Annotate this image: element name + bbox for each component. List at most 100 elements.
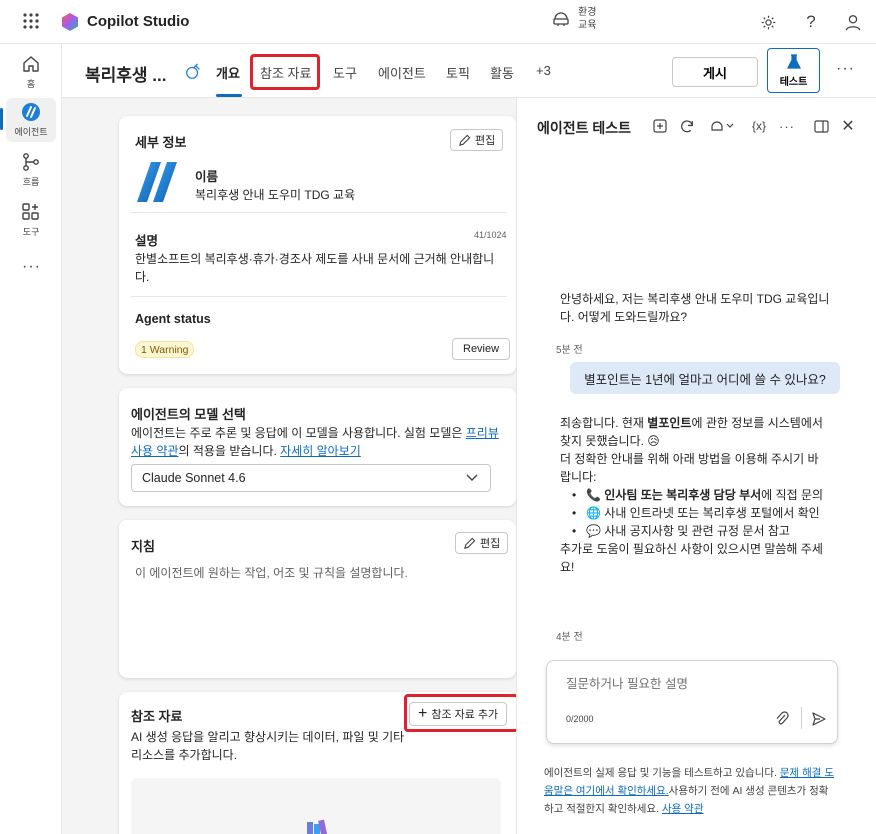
details-edit-button[interactable]: 편집 [450, 129, 504, 151]
tab-overview[interactable]: 개요 [216, 63, 240, 82]
chat-input-box[interactable]: 질문하거나 필요한 설명 0/2000 [546, 660, 838, 744]
instructions-card: 지침 편집 이 에이전트에 원하는 작업, 어조 및 규칙을 설명합니다. [119, 520, 516, 678]
model-desc-text: 에이전트는 주로 추론 및 응답에 이 모델을 사용합니다. 실험 모델은 [131, 426, 466, 440]
disclaimer-text: 에이전트의 실제 응답 및 기능을 테스트하고 있습니다. [544, 767, 780, 779]
learn-more-link[interactable]: 자세히 알아보기 [280, 444, 361, 458]
copilot-studio-logo-icon [62, 13, 78, 31]
model-selected-value: Claude Sonnet 4.6 [142, 471, 246, 485]
publish-button[interactable]: 게시 [672, 57, 758, 87]
option-text: 사내 공지사항 및 관련 규정 문서 참고 [604, 524, 790, 538]
agent-settings-icon[interactable] [184, 63, 202, 81]
review-button[interactable]: Review [452, 338, 511, 360]
environment-icon [553, 12, 569, 26]
agent-icon [22, 103, 40, 121]
divider [131, 212, 507, 213]
environment-name: 교육 [578, 20, 597, 31]
dock-panel-icon[interactable] [813, 118, 829, 134]
divider [801, 707, 802, 729]
tab-activity[interactable]: 활동 [490, 63, 514, 82]
model-title: 에이전트의 모델 선택 [131, 407, 246, 422]
model-description: 에이전트는 주로 추론 및 응답에 이 모델을 사용합니다. 실험 모델은 프리… [131, 424, 509, 460]
edit-label: 편집 [475, 135, 496, 147]
app-launcher-icon[interactable] [22, 12, 40, 30]
bot-greeting: 안녕하세요, 저는 복리후생 안내 도우미 TDG 교육입니다. 어떻게 도와드… [560, 292, 830, 324]
new-chat-icon[interactable] [652, 118, 668, 134]
rail-item-label: 흐름 [22, 177, 40, 187]
active-tab-indicator [216, 94, 242, 97]
send-icon[interactable] [811, 711, 827, 727]
agent-header: 복리후생 ... 개요 참조 자료 도구 에이전트 토픽 활동 +3 게시 테스… [62, 44, 876, 98]
rail-item-tools[interactable]: 도구 [6, 198, 56, 242]
description-counter: 41/1024 [474, 230, 507, 240]
knowledge-description: AI 생성 응답을 알리고 향상시키는 데이터, 파일 및 기타 리소스를 추가… [131, 730, 405, 762]
rail-item-home[interactable]: 홈 [6, 50, 56, 94]
edit-label: 편집 [480, 538, 501, 550]
instructions-placeholder[interactable]: 이 에이전트에 원하는 작업, 어조 및 규칙을 설명합니다. [135, 564, 408, 582]
tab-tools[interactable]: 도구 [333, 63, 357, 82]
list-item: 📞 인사팀 또는 복리후생 담당 부서에 직접 문의 [560, 486, 828, 504]
name-label: 이름 [195, 170, 219, 184]
divider [131, 296, 507, 297]
instructions-edit-button[interactable]: 편집 [455, 532, 509, 554]
rail-item-flows[interactable]: 흐름 [6, 148, 56, 192]
agent-status-label: Agent status [135, 312, 211, 326]
rail-item-label: 에이전트 [14, 127, 48, 137]
option-text: 사내 인트라넷 또는 복리후생 포털에서 확인 [604, 506, 820, 520]
reply-text: 죄송합니다. 현재 [560, 416, 648, 430]
top-bar: Copilot Studio 환경 교육 ? [0, 0, 876, 44]
test-disclaimer: 에이전트의 실제 응답 및 기능을 테스트하고 있습니다. 문제 해결 도움말은… [544, 764, 836, 818]
test-button[interactable]: 테스트 [767, 48, 820, 93]
settings-icon[interactable] [758, 12, 778, 32]
attach-icon[interactable] [775, 711, 789, 727]
globe-icon: 🌐 [586, 506, 601, 520]
close-icon[interactable]: ✕ [840, 118, 856, 135]
home-icon [23, 56, 39, 72]
description-label: 설명 [135, 234, 159, 248]
app-title: Copilot Studio [87, 13, 190, 30]
account-icon[interactable] [843, 12, 863, 32]
flask-icon [786, 53, 801, 69]
rail-item-agents[interactable]: 에이전트 [6, 98, 56, 142]
test-pane: 에이전트 테스트 {x} ··· ✕ 안녕하세요, 저는 복리후생 안내 도우미… [516, 98, 876, 834]
test-pane-title: 에이전트 테스트 [537, 120, 632, 136]
user-message: 별포인트는 1년에 얼마고 어디에 쓸 수 있나요? [570, 362, 840, 394]
help-icon[interactable]: ? [801, 12, 821, 32]
terms-of-use-link[interactable]: 사용 약관 [662, 803, 704, 815]
rail-active-indicator [0, 108, 3, 130]
highlight-box-add-knowledge [404, 694, 516, 732]
knowledge-card: 참조 자료 + 참조 자료 추가 AI 생성 응답을 알리고 향상시키는 데이터… [119, 692, 516, 834]
option-text: 에 직접 문의 [761, 488, 824, 502]
reply-text: 추가로 도움이 필요하신 사항이 있으시면 말씀해 주세요! [560, 542, 823, 574]
list-item: 🌐 사내 인트라넷 또는 복리후생 포털에서 확인 [560, 504, 828, 522]
environment-picker[interactable]: 환경 교육 [552, 6, 596, 32]
message-timestamp: 4분 전 [556, 632, 583, 643]
reply-bold: 별포인트 [647, 416, 692, 430]
tab-topics[interactable]: 토픽 [446, 63, 470, 82]
pencil-icon [459, 134, 471, 146]
instructions-title: 지침 [131, 539, 155, 554]
list-item: 💬 사내 공지사항 및 관련 규정 문서 참고 [560, 522, 828, 540]
header-more-icon[interactable]: ··· [836, 60, 855, 78]
knowledge-title: 참조 자료 [131, 709, 183, 724]
tab-agents[interactable]: 에이전트 [378, 63, 426, 82]
message-timestamp: 5분 전 [556, 345, 583, 356]
overview-content: 세부 정보 편집 이름 복리후생 안내 도우미 TDG 교육 설명 41/102… [62, 98, 516, 834]
tools-icon [22, 203, 39, 220]
test-button-label: 테스트 [779, 76, 808, 88]
tab-more[interactable]: +3 [536, 63, 551, 78]
rail-item-label: 도구 [22, 227, 40, 237]
variables-icon[interactable]: {x} [747, 118, 771, 134]
environment-label: 환경 [578, 7, 597, 18]
speech-bubble-icon: 💬 [586, 524, 601, 538]
model-card: 에이전트의 모델 선택 에이전트는 주로 추론 및 응답에 이 모델을 사용합니… [119, 388, 516, 506]
description-value: 한별소프트의 복리후생·휴가·경조사 제도를 사내 문서에 근거해 안내합니다. [135, 252, 495, 284]
pane-more-icon[interactable]: ··· [779, 118, 795, 134]
debug-options-icon[interactable] [706, 118, 738, 134]
rail-more-icon[interactable]: ··· [22, 258, 41, 276]
model-select[interactable]: Claude Sonnet 4.6 [131, 464, 491, 492]
left-rail: 홈 에이전트 흐름 도구 ··· [0, 44, 62, 834]
bot-reply: 죄송합니다. 현재 별포인트에 관한 정보를 시스템에서 찾지 못했습니다. 😥… [560, 414, 828, 576]
warning-badge[interactable]: 1 Warning [135, 341, 195, 358]
refresh-icon[interactable] [679, 118, 695, 134]
chat-input-placeholder[interactable]: 질문하거나 필요한 설명 [566, 673, 688, 692]
